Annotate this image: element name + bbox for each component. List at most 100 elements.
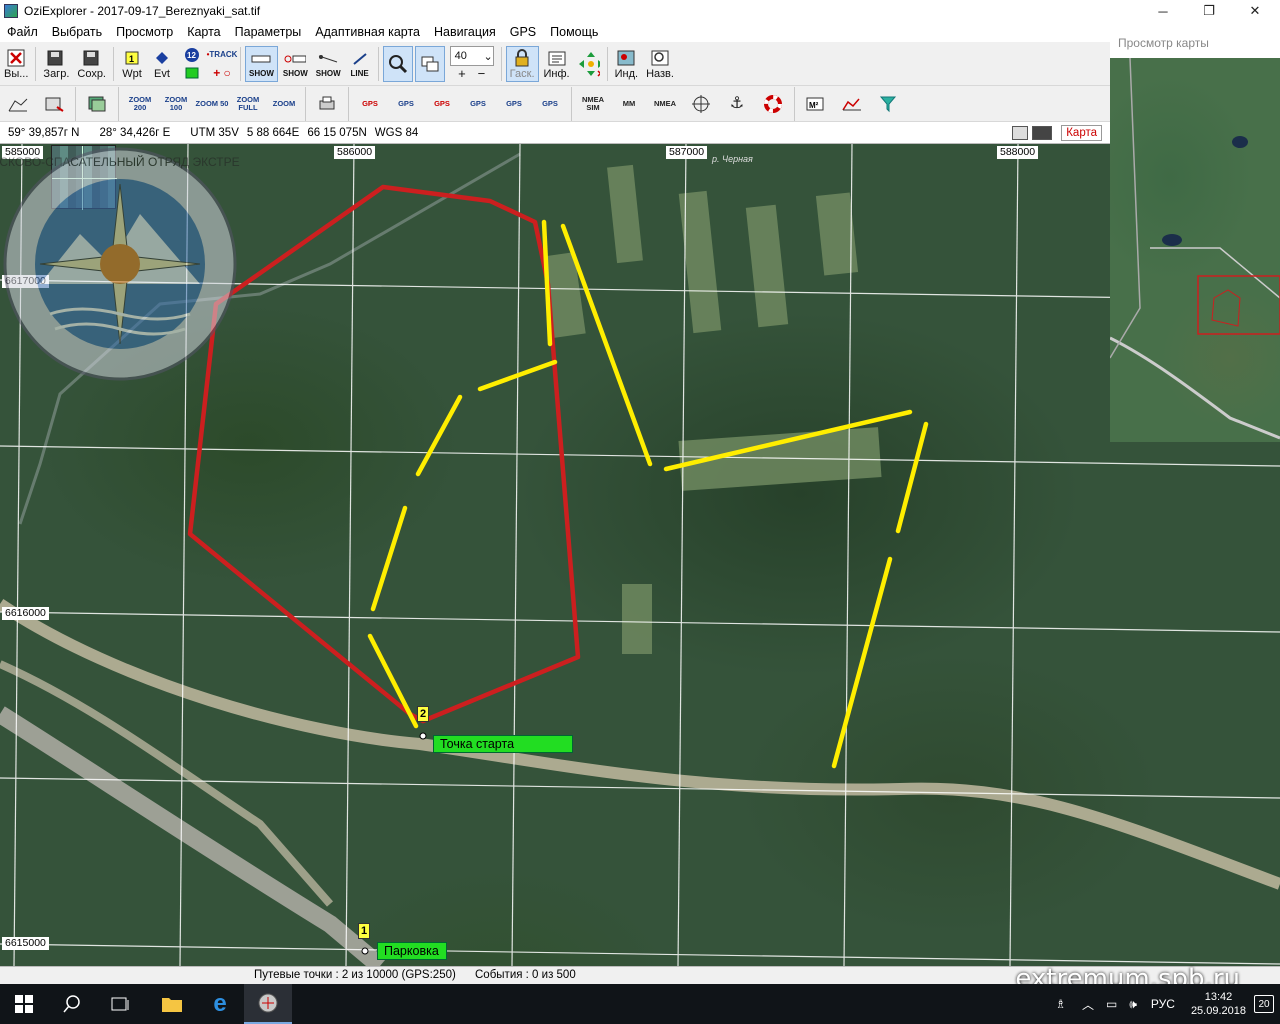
lock-button[interactable]: Гаск. [505, 45, 539, 82]
save-button[interactable]: Сохр. [74, 46, 109, 82]
menu-gps[interactable]: GPS [503, 22, 543, 42]
gps-download-waypoints-button[interactable]: GPS [353, 89, 387, 119]
save-icon [81, 48, 103, 68]
zoom-50-button[interactable]: ZOOM 50 [195, 89, 229, 119]
info-button[interactable]: Инф. [541, 46, 573, 82]
close-button[interactable]: ✕ [1232, 0, 1278, 22]
event-button[interactable]: Evt [148, 46, 176, 82]
overview-map[interactable] [1109, 57, 1280, 442]
restore-button[interactable]: ❐ [1186, 0, 1232, 22]
waypoints-show-icon [317, 49, 339, 69]
line-button[interactable]: LINE [346, 46, 374, 82]
nmea-sim-button[interactable]: NMEA SIM [576, 89, 610, 119]
edge-browser-icon[interactable]: e [196, 984, 244, 1024]
map-tool-icon[interactable] [37, 89, 71, 119]
menu-help[interactable]: Помощь [543, 22, 605, 42]
gps-upload-tracks-button[interactable]: GPS [533, 89, 567, 119]
search-icon[interactable] [48, 984, 96, 1024]
menu-adaptive-map[interactable]: Адаптивная карта [308, 22, 427, 42]
zoom-out-icon[interactable]: − [478, 66, 486, 81]
person-icon[interactable]: ♗ [1055, 997, 1066, 1011]
menu-settings[interactable]: Параметры [228, 22, 309, 42]
waypoint-2-label[interactable]: Точка старта [433, 735, 573, 753]
map-tab[interactable]: Карта [1061, 125, 1102, 141]
menu-view[interactable]: Просмотр [109, 22, 180, 42]
toolbar-separator [118, 86, 119, 121]
route-icon [284, 49, 307, 69]
magnify-button[interactable] [382, 45, 413, 82]
map-view[interactable]: р. Черная 585000 586000 587000 588000 66… [0, 144, 1280, 966]
minimize-button[interactable]: ─ [1140, 0, 1186, 22]
task-view-icon[interactable] [96, 984, 144, 1024]
waypoint-1-label[interactable]: Парковка [377, 942, 447, 960]
rescue-squad-emblem: ПОИСКОВО-СПАСАТЕЛЬНЫЙ ОТРЯД ЭКСТРЕМУМ [0, 147, 240, 381]
index-button[interactable]: Инд. [612, 46, 641, 82]
anchor-icon[interactable]: ⚓ [720, 89, 754, 119]
gps-download-tracks-button[interactable]: GPS [425, 89, 459, 119]
zoom-full-button[interactable]: ZOOM FULL [231, 89, 265, 119]
waypoint-1-marker[interactable] [361, 947, 369, 955]
track-line-icon [250, 49, 272, 69]
moving-map-button[interactable]: MM [612, 89, 646, 119]
volume-icon[interactable]: 🕪 [1129, 997, 1137, 1012]
show-track-button[interactable]: SHOW [245, 45, 278, 82]
names-button[interactable]: Назв. [643, 46, 677, 82]
svg-text:M²: M² [809, 101, 819, 110]
show-waypoints-button[interactable]: SHOW [313, 46, 344, 82]
crosshair-icon[interactable] [684, 89, 718, 119]
clock[interactable]: 13:42 25.09.2018 [1191, 990, 1246, 1018]
file-explorer-icon[interactable] [148, 984, 196, 1024]
waypoint-button[interactable]: 1 Wpt [118, 46, 146, 82]
zoom-in-icon[interactable]: + [458, 66, 466, 81]
toolbar-separator [305, 86, 306, 121]
gps1-label: GPS [362, 98, 378, 108]
gps-upload-waypoints-button[interactable]: GPS [461, 89, 495, 119]
filter-icon[interactable] [871, 89, 905, 119]
image-icon[interactable] [1012, 126, 1028, 140]
zoom-custom-button[interactable]: ZOOM [267, 89, 301, 119]
exit-button[interactable]: Вы... [1, 46, 31, 82]
input-language[interactable]: РУС [1151, 997, 1175, 1011]
zoom-control[interactable]: 40 ⌄ + − [447, 46, 497, 82]
elevation-graph-icon[interactable] [835, 89, 869, 119]
notification-badge[interactable]: 20 [1254, 995, 1274, 1013]
save-view-icon[interactable] [1032, 126, 1052, 140]
zoom-100-button[interactable]: ZOOM 100 [159, 89, 193, 119]
waypoint-2-marker[interactable] [419, 732, 427, 740]
print-icon[interactable] [310, 89, 344, 119]
track-plus-icon: + ○ [213, 65, 231, 80]
lifebuoy-icon[interactable] [756, 89, 790, 119]
waypoint-2-number[interactable]: 2 [417, 706, 429, 722]
menu-file[interactable]: Файл [0, 22, 45, 42]
zoom-value: 40 [454, 50, 467, 62]
nmea-button[interactable]: NMEA [648, 89, 682, 119]
latitude-readout: 59° 39,857г N [8, 126, 80, 139]
gps-upload-routes-button[interactable]: GPS [497, 89, 531, 119]
area-icon[interactable]: M² [799, 89, 833, 119]
menu-map[interactable]: Карта [180, 22, 227, 42]
menu-select[interactable]: Выбрать [45, 22, 109, 42]
show-route-button[interactable]: SHOW [280, 46, 311, 82]
waypoint-1-number[interactable]: 1 [358, 923, 370, 939]
chevron-up-icon[interactable]: ︿ [1082, 996, 1094, 1013]
map-scale-icon[interactable] [1, 89, 35, 119]
green-marker-icon [181, 64, 203, 82]
map-window-icon[interactable] [80, 89, 114, 119]
zoom-200-button[interactable]: ZOOM 200 [123, 89, 157, 119]
gps5-label: GPS [506, 98, 522, 108]
pan-button[interactable] [575, 46, 603, 82]
zoom-select[interactable]: 40 ⌄ [449, 46, 494, 66]
number-button[interactable]: 12 [178, 46, 206, 82]
grid-label-586000: 586000 [334, 146, 376, 159]
load-button[interactable]: Загр. [40, 46, 72, 82]
network-icon[interactable]: ▭ [1106, 997, 1117, 1011]
gps-download-routes-button[interactable]: GPS [389, 89, 423, 119]
menu-navigation[interactable]: Навигация [427, 22, 503, 42]
magnifier-icon [387, 54, 409, 74]
windows-start-icon[interactable] [0, 984, 48, 1024]
overview-canvas [1109, 57, 1280, 440]
window-zoom-button[interactable] [414, 45, 445, 82]
ozi-explorer-taskbar-icon[interactable] [244, 984, 292, 1024]
track-button[interactable]: • TRACK + ○ [207, 46, 238, 82]
datum-readout: WGS 84 [374, 126, 419, 139]
